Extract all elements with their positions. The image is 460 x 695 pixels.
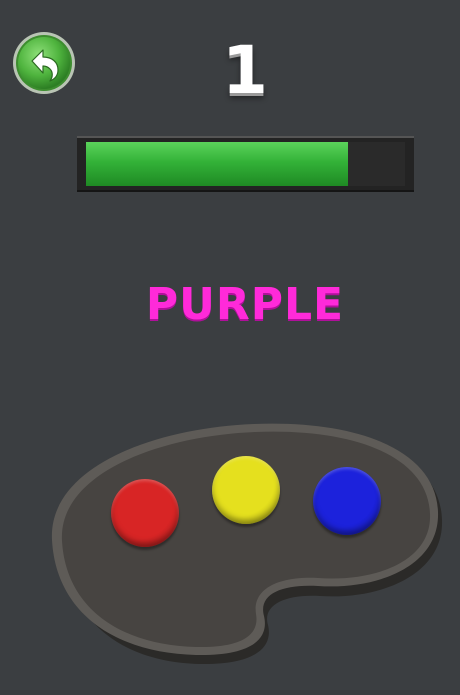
back-button[interactable]: [12, 31, 76, 95]
timer-bar-track: [86, 142, 405, 186]
undo-arrow-icon: [13, 32, 75, 94]
timer-bar-fill: [86, 142, 348, 186]
paint-yellow-button[interactable]: [212, 456, 280, 524]
score-counter: 1: [222, 32, 268, 109]
timer-bar: [77, 136, 414, 192]
paint-red-button[interactable]: [111, 479, 179, 547]
paint-blue-button[interactable]: [313, 467, 381, 535]
color-word-prompt: PURPLE: [145, 279, 345, 330]
